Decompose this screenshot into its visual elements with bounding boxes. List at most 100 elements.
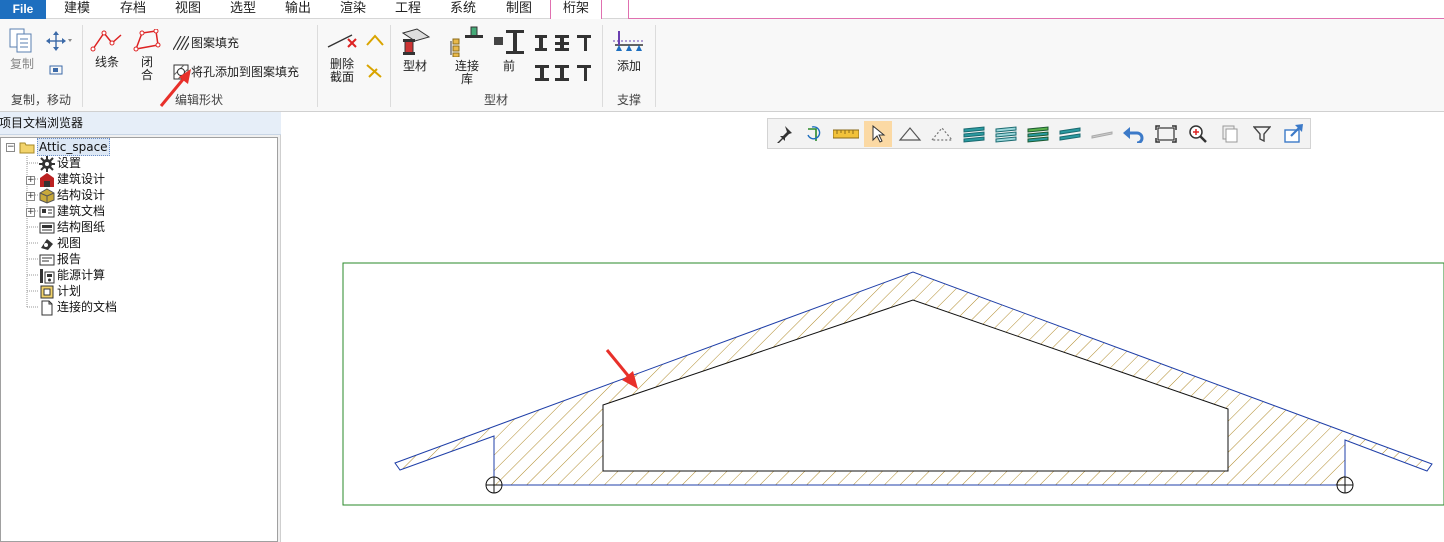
active-tab-edge <box>628 0 629 19</box>
undo-arrow-icon <box>1123 127 1144 143</box>
layers-outline-button[interactable] <box>992 121 1020 147</box>
triangle-dashed-button[interactable] <box>928 121 956 147</box>
menu-output[interactable]: 输出 <box>285 0 311 19</box>
add-hole-label: 将孔添加到图案填充 <box>191 65 300 79</box>
report-icon <box>39 252 55 266</box>
tree-item-architectural-documents[interactable]: 建筑文档 <box>39 203 105 219</box>
tree-item-label: 结构图纸 <box>57 220 106 234</box>
copy-icon <box>9 28 32 53</box>
layers-pair-icon <box>1059 127 1081 141</box>
tree-item-label: 报告 <box>57 252 82 266</box>
rotate-plane-icon <box>807 126 821 141</box>
folder-open-icon <box>19 140 35 154</box>
file-menu-button[interactable]: File <box>0 0 46 19</box>
cursor-arrow-icon <box>872 125 886 143</box>
pin-button[interactable] <box>770 121 798 147</box>
rotate-plane-button[interactable] <box>800 121 828 147</box>
tree-item-architectural-design[interactable]: 建筑设计 <box>39 171 105 187</box>
delete-section-icon <box>327 34 357 48</box>
support-add-icon <box>613 31 645 51</box>
left-support-node[interactable] <box>485 476 503 494</box>
menu-system[interactable]: 系统 <box>450 0 476 19</box>
structure-cube-icon <box>39 188 55 204</box>
tree-item-label: 视图 <box>57 236 82 250</box>
group-label-edit-shape: 编辑形状 <box>174 93 223 107</box>
energy-meter-icon <box>39 268 55 284</box>
roof-outline-button[interactable] <box>364 33 386 50</box>
truss-section-drawing <box>342 262 1444 506</box>
move-arrows-icon <box>46 31 72 51</box>
menu-drafting[interactable]: 制图 <box>506 0 532 19</box>
tree-item-label: 结构设计 <box>57 188 106 202</box>
tree-expand-toggle[interactable]: + <box>26 176 35 185</box>
measure-button[interactable] <box>832 121 860 147</box>
profile-beam-icon <box>401 28 431 55</box>
menu-view[interactable]: 视图 <box>175 0 201 19</box>
browser-title: 项目文档浏览器 <box>0 112 281 135</box>
copy-button[interactable]: 复制 <box>4 27 40 71</box>
move-copy-button[interactable] <box>46 63 66 80</box>
drawing-canvas[interactable] <box>282 112 1444 542</box>
plane-flat-button[interactable] <box>1088 121 1116 147</box>
tree-item-structural-design[interactable]: 结构设计 <box>39 187 106 204</box>
delete-section-label: 删除 截面 <box>329 57 354 84</box>
export-view-button[interactable] <box>1280 121 1308 147</box>
delete-section-button[interactable]: 删除 截面 <box>324 29 360 84</box>
connection-library-button[interactable]: 连接 库 <box>447 25 487 86</box>
project-document-browser: 项目文档浏览器 − Attic_space 设置 + 建筑设计 + 结构设计 +… <box>0 112 281 542</box>
zoom-extents-icon <box>1155 125 1177 143</box>
menu-truss-tab[interactable]: 桁架 <box>550 0 603 20</box>
tree-root-attic-space[interactable]: Attic_space <box>19 138 110 156</box>
tree-item-settings[interactable]: 设置 <box>39 155 81 172</box>
right-support-node[interactable] <box>1336 476 1354 494</box>
copy-view-button[interactable] <box>1216 121 1244 147</box>
flat-plane-icon <box>1091 131 1113 139</box>
tree-expand-toggle[interactable]: + <box>26 208 35 217</box>
tree-item-views[interactable]: 视图 <box>39 235 81 251</box>
profile-button[interactable]: 型材 <box>397 27 433 73</box>
menu-selection[interactable]: 选型 <box>230 0 256 19</box>
layers-teal-button[interactable] <box>960 121 988 147</box>
slope-line-button[interactable] <box>364 63 386 82</box>
hatch-icon <box>173 35 189 50</box>
select-pointer-button[interactable] <box>864 121 892 147</box>
zoom-in-button[interactable] <box>1184 121 1212 147</box>
tree-item-linked-documents[interactable]: 连接的文档 <box>39 299 118 316</box>
line-button[interactable]: 线条 <box>89 29 125 69</box>
menu-archive[interactable]: 存档 <box>120 0 146 19</box>
tree-collapse-toggle[interactable]: − <box>6 143 15 152</box>
front-ibeam-icon <box>494 30 524 54</box>
layers-green-button[interactable] <box>1024 121 1052 147</box>
filter-button[interactable] <box>1248 121 1276 147</box>
hatch-fill-button[interactable]: 图案填充 <box>173 34 239 51</box>
menu-project[interactable]: 工程 <box>395 0 421 19</box>
tree-item-label: 连接的文档 <box>57 300 118 314</box>
undo-view-button[interactable] <box>1120 121 1148 147</box>
triangle-solid-button[interactable] <box>896 121 924 147</box>
zoom-extents-button[interactable] <box>1152 121 1180 147</box>
group-label-support: 支撑 <box>616 93 641 107</box>
tree-item-label: 能源计算 <box>57 268 106 282</box>
pin-icon <box>777 126 792 143</box>
blank-document-icon <box>39 300 55 316</box>
tree-item-structural-drawings[interactable]: 结构图纸 <box>39 219 105 235</box>
move-button[interactable] <box>44 31 74 54</box>
tree-item-schedule[interactable]: 计划 <box>39 283 81 299</box>
layers-pair-button[interactable] <box>1056 121 1084 147</box>
tree-item-energy-calculation[interactable]: 能源计算 <box>39 267 106 284</box>
profile-shapes-icon[interactable] <box>533 33 593 83</box>
menu-modeling[interactable]: 建模 <box>64 0 90 19</box>
menu-render[interactable]: 渲染 <box>340 0 366 19</box>
profile-shape-grid <box>533 33 593 86</box>
group-copy-move: 复制 复制，移动 <box>0 19 82 112</box>
group-label-copy-move: 复制，移动 <box>10 93 71 107</box>
tree-expand-toggle[interactable]: + <box>26 192 35 201</box>
group-label-profiles: 型材 <box>483 93 508 107</box>
document-tree: − Attic_space 设置 + 建筑设计 + 结构设计 + 建筑文档 结构… <box>0 137 278 542</box>
ruler-icon <box>833 129 859 139</box>
ribbon: 复制 复制，移动 线条 闭 合 图案填充 将孔添加到图案填充 编辑形状 删除 截… <box>0 19 1444 112</box>
add-support-button[interactable]: 添加 <box>609 27 649 73</box>
front-button[interactable]: 前 <box>491 27 527 73</box>
document-board-icon <box>39 204 55 218</box>
tree-item-reports[interactable]: 报告 <box>39 251 81 267</box>
